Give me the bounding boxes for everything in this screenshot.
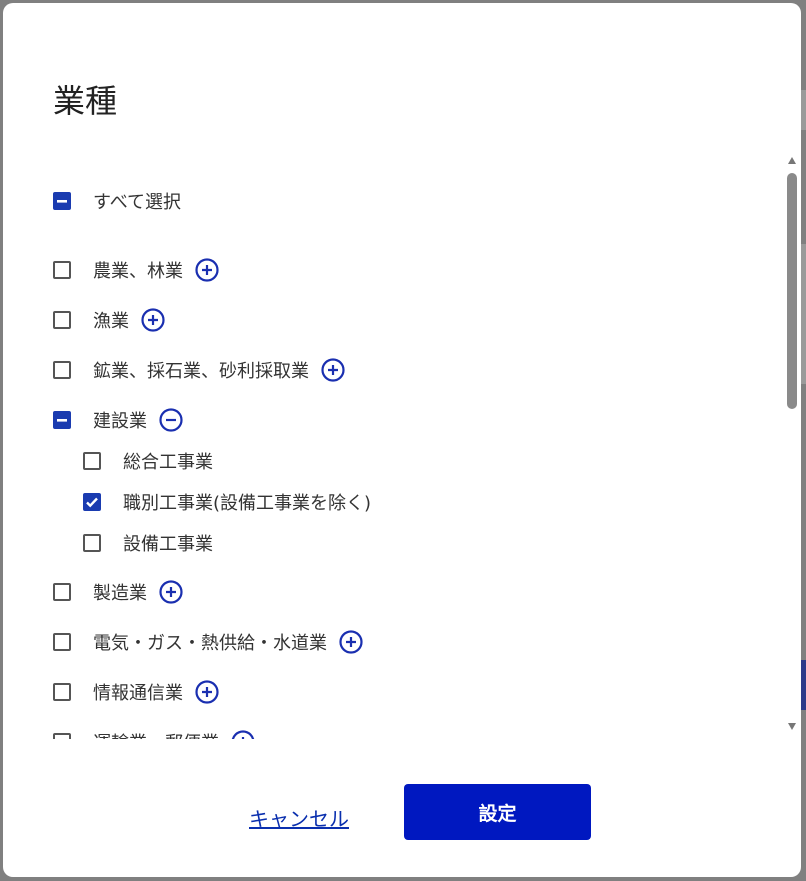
category-row-utilities[interactable]: 電気・ガス・熱供給・水道業 <box>53 627 363 657</box>
category-label: 運輸業、郵便業 <box>93 729 219 739</box>
subcategory-checkbox[interactable] <box>83 493 101 511</box>
subcategory-label: 総合工事業 <box>123 452 213 473</box>
subcategory-label: 職別工事業(設備工事業を除く) <box>123 493 372 514</box>
category-checkbox[interactable] <box>53 633 71 651</box>
list-scrollbar[interactable] <box>785 153 799 739</box>
category-row-fishery[interactable]: 漁業 <box>53 305 165 335</box>
category-checkbox[interactable] <box>53 733 71 739</box>
subcategory-checkbox[interactable] <box>83 452 101 470</box>
plus-circle-icon[interactable] <box>195 680 219 704</box>
plus-circle-icon[interactable] <box>231 730 255 739</box>
category-label: 建設業 <box>93 411 147 432</box>
category-label: 電気・ガス・熱供給・水道業 <box>93 633 327 654</box>
category-checkbox[interactable] <box>53 583 71 601</box>
select-all-row[interactable]: すべて選択 <box>53 186 181 216</box>
select-all-checkbox[interactable] <box>53 192 71 210</box>
scroll-down-arrow-icon[interactable] <box>788 723 796 730</box>
subcategory-checkbox[interactable] <box>83 534 101 552</box>
category-checkbox[interactable] <box>53 683 71 701</box>
category-label: 農業、林業 <box>93 261 183 282</box>
plus-circle-icon[interactable] <box>321 358 345 382</box>
subcategory-row[interactable]: 総合工事業 <box>83 446 213 476</box>
category-row-agriculture[interactable]: 農業、林業 <box>53 255 219 285</box>
category-row-ict[interactable]: 情報通信業 <box>53 677 219 707</box>
plus-circle-icon[interactable] <box>159 580 183 604</box>
subcategory-row[interactable]: 設備工事業 <box>83 528 213 558</box>
category-row-transport[interactable]: 運輸業、郵便業 <box>53 727 255 739</box>
category-label: 鉱業、採石業、砂利採取業 <box>93 361 309 382</box>
dialog-title: 業種 <box>53 82 118 120</box>
minus-circle-icon[interactable] <box>159 408 183 432</box>
dash-icon <box>57 200 67 203</box>
scroll-up-arrow-icon[interactable] <box>788 157 796 164</box>
industry-dialog: 業種 すべて選択 農業、林業 漁業 鉱業、採石業、砂利採取業 建設業 総合工事業… <box>3 3 801 877</box>
category-label: 情報通信業 <box>93 683 183 704</box>
cancel-link[interactable]: キャンセル <box>249 803 349 832</box>
plus-circle-icon[interactable] <box>195 258 219 282</box>
submit-button[interactable]: 設定 <box>404 784 591 840</box>
checkmark-icon <box>86 497 98 508</box>
dash-icon <box>57 419 67 422</box>
category-checkbox[interactable] <box>53 361 71 379</box>
scrollbar-thumb[interactable] <box>787 173 797 409</box>
category-label: 漁業 <box>93 311 129 332</box>
category-row-construction[interactable]: 建設業 <box>53 405 183 435</box>
industry-list[interactable]: すべて選択 農業、林業 漁業 鉱業、採石業、砂利採取業 建設業 総合工事業 職別… <box>3 153 801 739</box>
plus-circle-icon[interactable] <box>339 630 363 654</box>
category-checkbox[interactable] <box>53 311 71 329</box>
category-row-mining[interactable]: 鉱業、採石業、砂利採取業 <box>53 355 345 385</box>
category-row-manufacturing[interactable]: 製造業 <box>53 577 183 607</box>
subcategory-label: 設備工事業 <box>123 534 213 555</box>
category-label: 製造業 <box>93 583 147 604</box>
category-checkbox[interactable] <box>53 261 71 279</box>
plus-circle-icon[interactable] <box>141 308 165 332</box>
select-all-label: すべて選択 <box>93 192 182 213</box>
subcategory-row[interactable]: 職別工事業(設備工事業を除く) <box>83 487 371 517</box>
category-checkbox[interactable] <box>53 411 71 429</box>
